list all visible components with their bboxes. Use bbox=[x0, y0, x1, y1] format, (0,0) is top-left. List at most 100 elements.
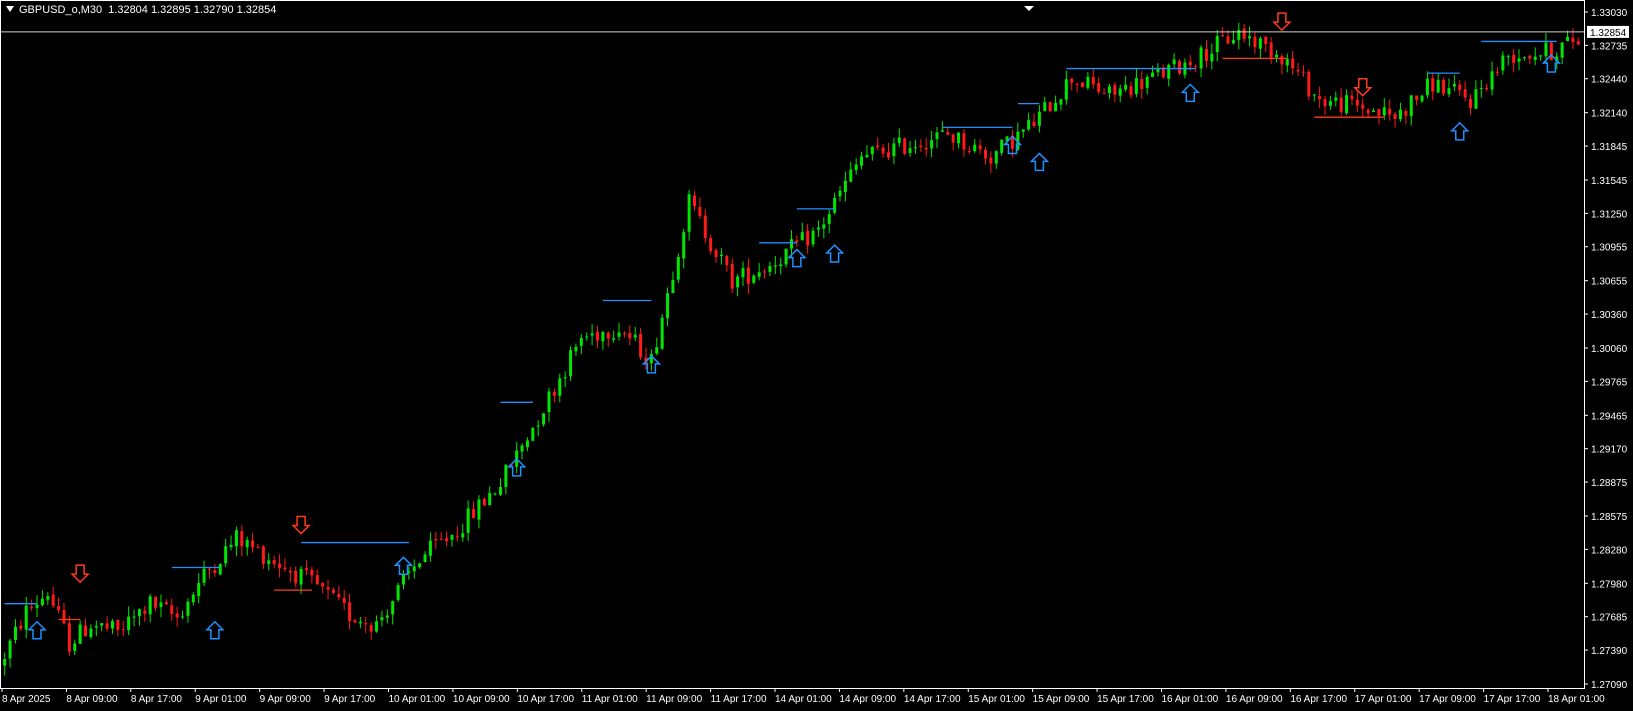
candle-body bbox=[1000, 139, 1004, 153]
candle bbox=[1328, 95, 1332, 110]
collapse-triangle-icon[interactable] bbox=[6, 6, 14, 12]
candle-body bbox=[876, 145, 880, 148]
candle bbox=[1178, 59, 1182, 76]
x-tick-label: 11 Apr 01:00 bbox=[582, 694, 638, 705]
candle bbox=[498, 478, 502, 496]
candle-body bbox=[213, 570, 217, 573]
price-chart[interactable]: 1.33030 1.32735 1.32440 1.32140 1.31845 1.315… bbox=[0, 0, 1633, 706]
candle bbox=[1345, 89, 1349, 116]
candle bbox=[488, 486, 492, 506]
candle bbox=[730, 258, 734, 293]
y-tick-label: 1.30955 bbox=[1591, 243, 1628, 254]
candle-body bbox=[1566, 36, 1570, 42]
x-tick-label: 17 Apr 17:00 bbox=[1484, 694, 1541, 705]
candle-body bbox=[1495, 71, 1499, 73]
candle-body bbox=[127, 616, 131, 631]
buy-arrow-icon bbox=[205, 620, 225, 640]
candle bbox=[940, 121, 944, 132]
candle bbox=[493, 492, 497, 496]
candle bbox=[601, 330, 605, 350]
candle bbox=[962, 129, 966, 157]
candle-body bbox=[962, 133, 966, 150]
candles-layer bbox=[3, 22, 1580, 676]
candle bbox=[369, 622, 373, 640]
candle bbox=[951, 133, 955, 151]
period-separator-marker-icon bbox=[1024, 6, 1034, 11]
candle bbox=[1253, 32, 1257, 54]
candle bbox=[1474, 80, 1478, 110]
candle bbox=[854, 158, 858, 175]
candle-body bbox=[35, 604, 39, 609]
y-tick-label: 1.27980 bbox=[1591, 579, 1628, 590]
candle bbox=[385, 609, 389, 624]
candle bbox=[1091, 68, 1095, 89]
candle bbox=[1010, 129, 1014, 157]
candle-body bbox=[1188, 61, 1192, 66]
y-tick-label: 1.31545 bbox=[1591, 176, 1628, 187]
candle bbox=[30, 599, 34, 612]
candle-body bbox=[1097, 82, 1101, 92]
candle bbox=[978, 139, 982, 155]
candle-body bbox=[391, 601, 395, 615]
candle-body bbox=[1226, 36, 1230, 44]
candle bbox=[1533, 47, 1537, 66]
candle bbox=[1086, 72, 1090, 90]
candle-body bbox=[1539, 55, 1543, 57]
candle-body bbox=[1151, 72, 1155, 77]
candle-body bbox=[337, 593, 341, 598]
candle-body bbox=[622, 333, 626, 335]
x-tick-label: 8 Apr 17:00 bbox=[131, 694, 183, 705]
candle bbox=[887, 142, 891, 160]
candle bbox=[19, 619, 23, 632]
candle-body bbox=[504, 464, 508, 488]
candle bbox=[1323, 95, 1327, 116]
candle-body bbox=[741, 268, 745, 278]
candle bbox=[1280, 53, 1284, 75]
buy-arrow-icon bbox=[27, 620, 47, 640]
candle bbox=[520, 443, 524, 460]
candle bbox=[897, 128, 901, 148]
y-tick-label: 1.31845 bbox=[1591, 142, 1628, 153]
candle bbox=[110, 619, 114, 634]
candle-body bbox=[865, 154, 869, 158]
candle-body bbox=[1544, 42, 1548, 57]
candle-body bbox=[191, 594, 195, 603]
x-tick-label: 10 Apr 01:00 bbox=[389, 694, 446, 705]
x-tick-label: 14 Apr 17:00 bbox=[904, 694, 961, 705]
candle bbox=[380, 610, 384, 627]
candle bbox=[655, 337, 659, 356]
candle bbox=[752, 274, 756, 285]
candle bbox=[552, 388, 556, 403]
candle-body bbox=[19, 625, 23, 629]
candle-body bbox=[1210, 53, 1214, 62]
candle-body bbox=[170, 605, 174, 614]
candle bbox=[628, 325, 632, 346]
candle-body bbox=[908, 148, 912, 153]
candle bbox=[1248, 26, 1252, 47]
candle bbox=[1425, 71, 1429, 99]
candle-body bbox=[51, 594, 55, 606]
candle-body bbox=[714, 250, 718, 258]
candle-body bbox=[197, 582, 201, 596]
candle bbox=[714, 248, 718, 263]
candle-body bbox=[488, 493, 492, 505]
candle bbox=[1027, 112, 1031, 131]
candle bbox=[816, 220, 820, 237]
candle-body bbox=[1107, 86, 1111, 93]
candle bbox=[418, 562, 422, 569]
candle bbox=[569, 346, 573, 382]
candle-body bbox=[595, 331, 599, 341]
candle-body bbox=[304, 568, 308, 571]
candle-body bbox=[827, 214, 831, 224]
candle bbox=[924, 138, 928, 157]
y-tick-label: 1.29765 bbox=[1591, 377, 1628, 388]
candle bbox=[525, 437, 529, 452]
candle-body bbox=[849, 169, 853, 182]
candle bbox=[1215, 29, 1219, 62]
candle bbox=[412, 559, 416, 579]
chart-window[interactable]: GBPUSD_o,M30 1.32804 1.32895 1.32790 1.32… bbox=[0, 0, 1633, 706]
candle bbox=[191, 592, 195, 606]
candle-body bbox=[353, 620, 357, 623]
candle-body bbox=[348, 602, 352, 622]
candle bbox=[1479, 79, 1483, 98]
